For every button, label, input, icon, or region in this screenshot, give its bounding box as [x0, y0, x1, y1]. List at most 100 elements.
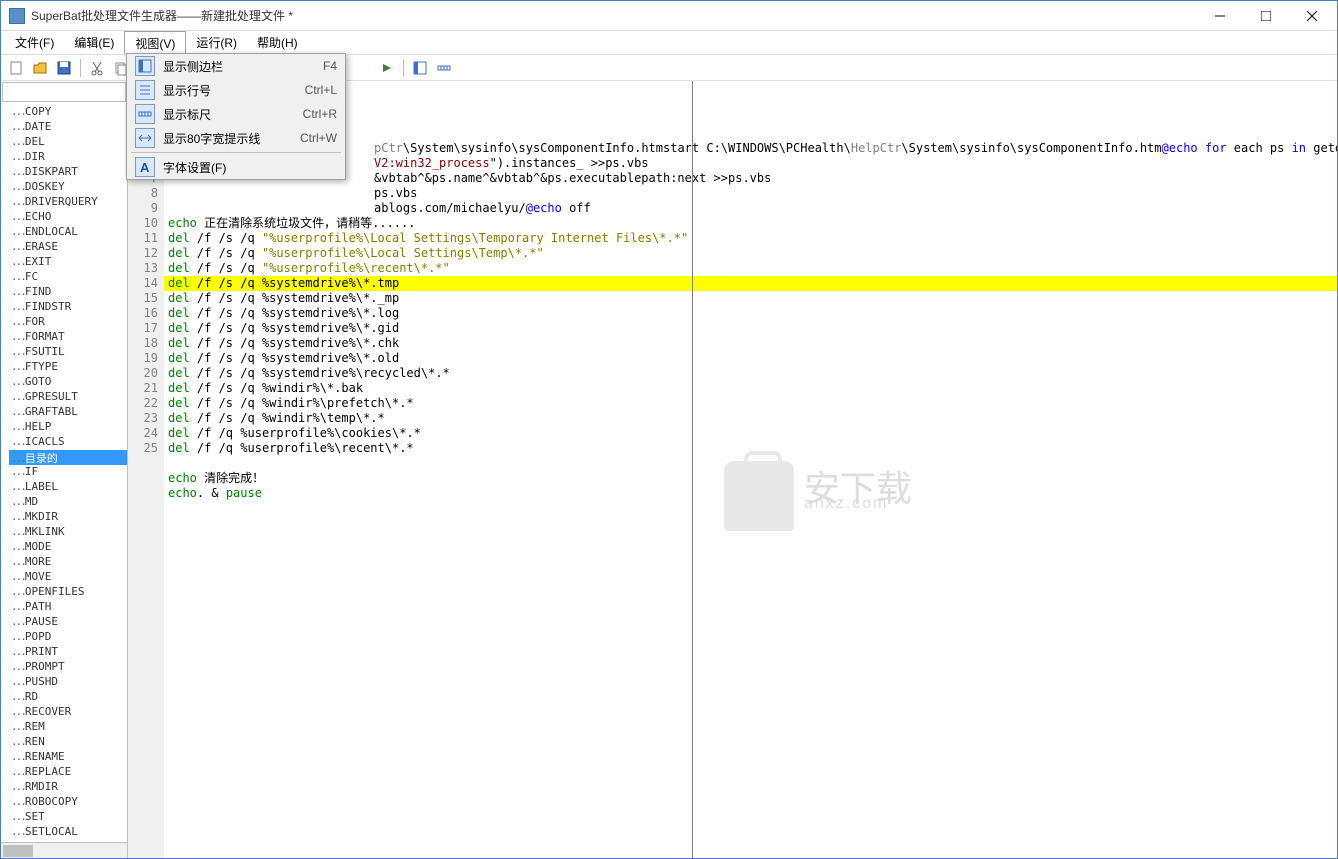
code-line[interactable]: echo. & pause — [164, 486, 1337, 501]
command-item[interactable]: SETLOCAL — [9, 825, 127, 840]
menu-item-2[interactable]: 视图(V) — [124, 31, 186, 54]
command-item[interactable]: RD — [9, 690, 127, 705]
command-item[interactable]: ECHO — [9, 210, 127, 225]
view-menu-item-2[interactable]: 显示标尺Ctrl+R — [127, 102, 345, 126]
command-item[interactable]: REM — [9, 720, 127, 735]
command-item[interactable]: DATE — [9, 120, 127, 135]
code-line[interactable]: del /f /s /q %systemdrive%\*.chk — [164, 336, 1337, 351]
command-item[interactable]: SET — [9, 810, 127, 825]
view-menu-item-1[interactable]: 显示行号Ctrl+L — [127, 78, 345, 102]
command-item[interactable]: RENAME — [9, 750, 127, 765]
command-item[interactable]: REN — [9, 735, 127, 750]
command-item[interactable]: DIR — [9, 150, 127, 165]
close-button[interactable] — [1289, 1, 1335, 31]
command-item[interactable]: FOR — [9, 315, 127, 330]
command-item[interactable]: DEL — [9, 135, 127, 150]
code-line[interactable]: del /f /s /q %systemdrive%\recycled\*.* — [164, 366, 1337, 381]
command-item[interactable]: MKDIR — [9, 510, 127, 525]
code-line[interactable] — [164, 456, 1337, 471]
command-item[interactable]: FTYPE — [9, 360, 127, 375]
code-line[interactable]: del /f /q %userprofile%\cookies\*.* — [164, 426, 1337, 441]
command-item[interactable]: ERASE — [9, 240, 127, 255]
code-line[interactable]: echo 正在清除系统垃圾文件，请稍等...... — [164, 216, 1337, 231]
command-item[interactable]: POPD — [9, 630, 127, 645]
view-menu-font-settings[interactable]: A字体设置(F) — [127, 155, 345, 179]
arrow-right-icon[interactable] — [376, 57, 398, 79]
command-item[interactable]: COPY — [9, 105, 127, 120]
command-item[interactable]: ENDLOCAL — [9, 225, 127, 240]
code-line[interactable]: ps.vbs — [164, 186, 1337, 201]
code-line[interactable]: del /f /s /q %systemdrive%\*._mp — [164, 291, 1337, 306]
command-item[interactable]: PRINT — [9, 645, 127, 660]
command-item[interactable]: MODE — [9, 540, 127, 555]
command-item[interactable]: PROMPT — [9, 660, 127, 675]
toolbar-separator — [403, 59, 404, 77]
command-item[interactable]: IF — [9, 465, 127, 480]
command-item[interactable]: OPENFILES — [9, 585, 127, 600]
view-menu-item-3[interactable]: 显示80字宽提示线Ctrl+W — [127, 126, 345, 150]
menu-item-3[interactable]: 运行(R) — [186, 31, 247, 54]
command-item[interactable]: MD — [9, 495, 127, 510]
command-item[interactable]: GRAFTABL — [9, 405, 127, 420]
command-item[interactable]: FIND — [9, 285, 127, 300]
command-item[interactable]: EXIT — [9, 255, 127, 270]
open-file-icon[interactable] — [29, 57, 51, 79]
command-item[interactable]: FC — [9, 270, 127, 285]
command-item[interactable]: RECOVER — [9, 705, 127, 720]
command-list[interactable]: COPYDATEDELDIRDISKPARTDOSKEYDRIVERQUERYE… — [1, 103, 127, 842]
code-line[interactable]: del /f /s /q "%userprofile%\recent\*.*" — [164, 261, 1337, 276]
command-item[interactable]: 目录的 — [9, 450, 127, 465]
command-item[interactable]: DISKPART — [9, 165, 127, 180]
code-line[interactable]: del /f /s /q "%userprofile%\Local Settin… — [164, 231, 1337, 246]
code-line[interactable]: del /f /s /q %systemdrive%\*.tmp — [164, 276, 1337, 291]
menu-item-4[interactable]: 帮助(H) — [247, 31, 308, 54]
command-item[interactable]: MKLINK — [9, 525, 127, 540]
code-line[interactable]: del /f /s /q %windir%\temp\*.* — [164, 411, 1337, 426]
code-lines[interactable]: 安下载anxz.com pCtr\System\sysinfo\sysCompo… — [164, 81, 1337, 858]
view-menu-item-0[interactable]: 显示侧边栏F4 — [127, 54, 345, 78]
toggle-sidebar-icon[interactable] — [409, 57, 431, 79]
command-item[interactable]: PATH — [9, 600, 127, 615]
minimize-button[interactable] — [1197, 1, 1243, 31]
code-line[interactable]: del /f /s /q %systemdrive%\*.gid — [164, 321, 1337, 336]
code-line[interactable] — [164, 501, 1337, 516]
command-item[interactable]: FINDSTR — [9, 300, 127, 315]
command-item[interactable]: FORMAT — [9, 330, 127, 345]
command-item[interactable]: MOVE — [9, 570, 127, 585]
menu-separator — [131, 152, 341, 153]
command-item[interactable]: HELP — [9, 420, 127, 435]
command-item[interactable]: GPRESULT — [9, 390, 127, 405]
app-window: SuperBat批处理文件生成器——新建批处理文件 * 文件(F)编辑(E)视图… — [0, 0, 1338, 859]
code-line[interactable]: del /f /s /q %systemdrive%\*.old — [164, 351, 1337, 366]
sidebar-search-input[interactable] — [2, 82, 126, 102]
command-item[interactable]: PAUSE — [9, 615, 127, 630]
maximize-button[interactable] — [1243, 1, 1289, 31]
command-item[interactable]: PUSHD — [9, 675, 127, 690]
toggle-ruler-icon[interactable] — [433, 57, 455, 79]
command-item[interactable]: FSUTIL — [9, 345, 127, 360]
code-line[interactable]: del /f /q %userprofile%\recent\*.* — [164, 441, 1337, 456]
command-item[interactable]: DOSKEY — [9, 180, 127, 195]
code-line[interactable]: del /f /s /q %windir%\*.bak — [164, 381, 1337, 396]
menu-item-0[interactable]: 文件(F) — [5, 31, 64, 54]
new-file-icon[interactable] — [5, 57, 27, 79]
menu-item-1[interactable]: 编辑(E) — [64, 31, 124, 54]
code-area[interactable]: 678910111213141516171819202122232425 安下载… — [128, 81, 1337, 858]
command-item[interactable]: LABEL — [9, 480, 127, 495]
sidebar-hscrollbar[interactable] — [1, 842, 127, 858]
command-item[interactable]: ICACLS — [9, 435, 127, 450]
code-line[interactable]: del /f /s /q "%userprofile%\Local Settin… — [164, 246, 1337, 261]
code-line[interactable]: ablogs.com/michaelyu/@echo off — [164, 201, 1337, 216]
save-file-icon[interactable] — [53, 57, 75, 79]
code-line[interactable]: echo 清除完成！ — [164, 471, 1337, 486]
cut-icon[interactable] — [86, 57, 108, 79]
command-item[interactable]: RMDIR — [9, 780, 127, 795]
code-line[interactable]: del /f /s /q %windir%\prefetch\*.* — [164, 396, 1337, 411]
menu-item-label: 显示标尺 — [163, 106, 283, 123]
command-item[interactable]: GOTO — [9, 375, 127, 390]
command-item[interactable]: ROBOCOPY — [9, 795, 127, 810]
command-item[interactable]: MORE — [9, 555, 127, 570]
code-line[interactable]: del /f /s /q %systemdrive%\*.log — [164, 306, 1337, 321]
command-item[interactable]: DRIVERQUERY — [9, 195, 127, 210]
command-item[interactable]: REPLACE — [9, 765, 127, 780]
